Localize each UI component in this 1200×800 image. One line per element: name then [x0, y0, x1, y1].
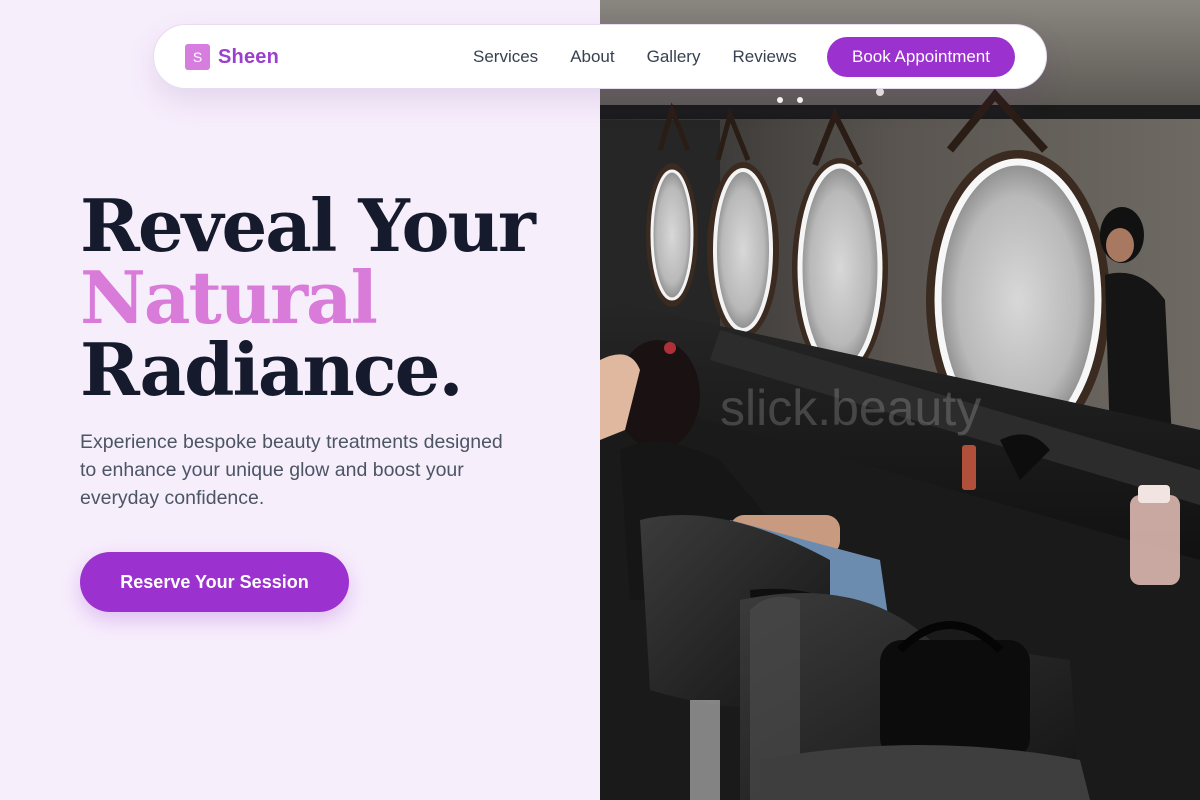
brand-logo-icon: S — [185, 44, 210, 70]
hero-title: Reveal Your Natural Radiance. — [80, 183, 536, 412]
hero-title-line-3: Radiance. — [80, 327, 464, 412]
nav-link-gallery[interactable]: Gallery — [647, 47, 701, 67]
image-watermark: slick.beauty — [720, 380, 981, 436]
brand-name: Sheen — [218, 45, 280, 68]
salon-interior-image: slick.beauty — [600, 0, 1200, 800]
hero-description: Experience bespoke beauty treatments des… — [80, 431, 503, 509]
hero-title-line-1: Reveal Your — [80, 183, 536, 268]
nav-links: Services About Gallery Reviews — [473, 47, 797, 67]
nav-link-services[interactable]: Services — [473, 47, 538, 67]
nav-link-reviews[interactable]: Reviews — [732, 47, 796, 67]
hero-title-line-2: Natural — [80, 255, 378, 340]
reserve-session-button[interactable]: Reserve Your Session — [80, 552, 349, 612]
brand-logo[interactable]: S Sheen — [185, 44, 279, 70]
nav-link-about[interactable]: About — [570, 47, 614, 67]
top-navbar: S Sheen Services About Gallery Reviews B… — [153, 24, 1047, 89]
book-appointment-button[interactable]: Book Appointment — [827, 37, 1015, 77]
